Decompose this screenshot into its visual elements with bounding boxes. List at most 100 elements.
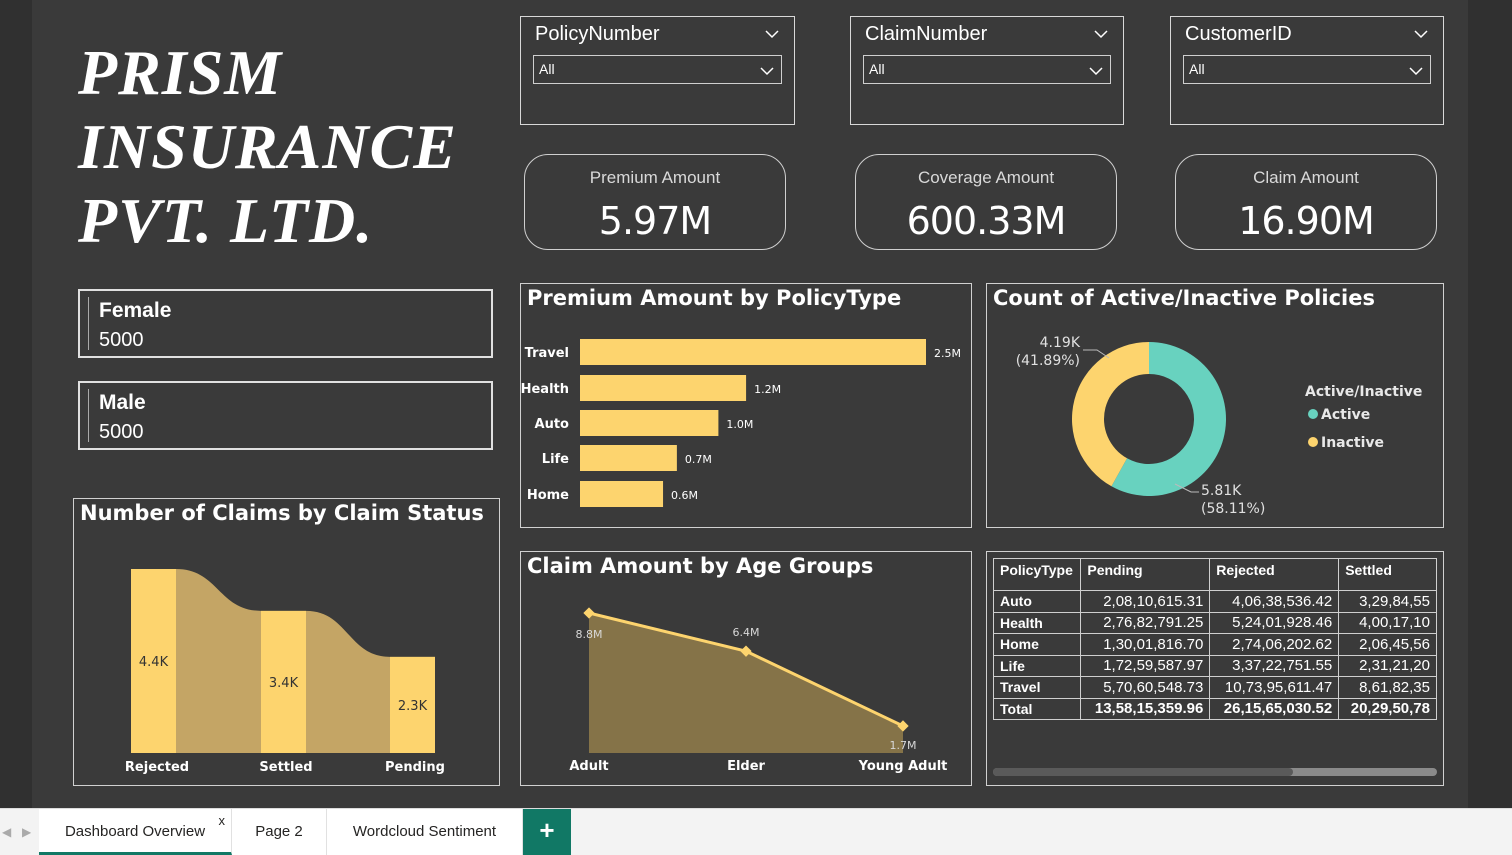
row-label: Travel bbox=[993, 676, 1082, 699]
slicer-value: All bbox=[1189, 61, 1205, 77]
table-cell: 2,74,06,202.62 bbox=[1209, 633, 1340, 656]
kpi-premium-amount: Premium Amount 5.97M bbox=[524, 154, 786, 250]
ribbon-band bbox=[176, 569, 261, 753]
horizontal-scrollbar[interactable] bbox=[993, 768, 1437, 776]
kpi-coverage-amount: Coverage Amount 600.33M bbox=[855, 154, 1117, 250]
table-cell: 5,70,60,548.73 bbox=[1080, 676, 1211, 699]
category-label: Young Adult bbox=[858, 759, 948, 774]
active-inactive-donut-chart[interactable]: 5.81K (58.11%) 4.19K (41.89%) Active/Inactiv… bbox=[986, 283, 1444, 528]
table-row: Home 1,30,01,816.70 2,74,06,202.62 2,06,… bbox=[993, 633, 1437, 656]
canvas-edge-right bbox=[1468, 0, 1512, 808]
slicer-dropdown[interactable]: All bbox=[863, 55, 1111, 84]
chevron-down-icon[interactable] bbox=[764, 26, 780, 42]
data-label: 1.0M bbox=[726, 418, 753, 431]
card-divider bbox=[88, 297, 89, 350]
data-label: 4.19K bbox=[1040, 335, 1081, 351]
donut-chart-svg: 5.81K (58.11%) 4.19K (41.89%) Active/Inactiv… bbox=[1016, 335, 1423, 517]
ribbon-band bbox=[306, 610, 390, 753]
legend-label: Active bbox=[1321, 407, 1370, 423]
table-cell: 2,06,45,56 bbox=[1338, 633, 1437, 656]
column-header[interactable]: Settled bbox=[1338, 558, 1437, 591]
table-row: Life 1,72,59,587.97 3,37,22,751.55 2,31,… bbox=[993, 654, 1437, 677]
table-row: Travel 5,70,60,548.73 10,73,95,611.47 8,… bbox=[993, 676, 1437, 699]
row-label: Home bbox=[993, 633, 1082, 656]
card-value: 5000 bbox=[99, 421, 144, 443]
column-header[interactable]: Rejected bbox=[1209, 558, 1340, 591]
legend-title: Active/Inactive bbox=[1305, 384, 1422, 400]
data-label: (58.11%) bbox=[1201, 501, 1265, 517]
chevron-down-icon[interactable] bbox=[1413, 26, 1429, 42]
chevron-down-icon bbox=[1089, 67, 1103, 76]
bar bbox=[580, 339, 926, 365]
table-cell: 2,08,10,615.31 bbox=[1080, 590, 1211, 613]
bar bbox=[580, 481, 664, 507]
category-label: Life bbox=[542, 452, 569, 467]
kpi-label: Premium Amount bbox=[589, 168, 721, 187]
row-label: Auto bbox=[993, 590, 1082, 613]
scrollbar-thumb[interactable] bbox=[993, 768, 1293, 776]
card-label: Female bbox=[99, 299, 172, 322]
data-label: 6.4M bbox=[733, 626, 760, 639]
chart-title: Number of Claims by Claim Status bbox=[80, 501, 484, 525]
premium-by-policytype-chart[interactable]: Travel 2.5M Health 1.2M Auto 1.0M Life 0.7M Home… bbox=[520, 283, 972, 528]
category-label: Adult bbox=[569, 759, 608, 774]
add-page-button[interactable]: + bbox=[523, 809, 571, 855]
table-cell: 2,31,21,20 bbox=[1338, 654, 1437, 677]
data-label: 4.4K bbox=[139, 655, 169, 670]
matrix-viewport[interactable]: PolicyType Pending Rejected Settled Auto… bbox=[993, 558, 1437, 720]
title-line: PRISM bbox=[78, 37, 283, 108]
tab-wordcloud-sentiment[interactable]: Wordcloud Sentiment bbox=[327, 809, 523, 855]
category-label: Rejected bbox=[125, 760, 189, 775]
chart-title: Claim Amount by Age Groups bbox=[527, 554, 874, 578]
tab-dashboard-overview[interactable]: Dashboard Overview x bbox=[39, 809, 232, 855]
report-canvas: PRISM INSURANCE PVT. LTD. PolicyNumber A… bbox=[0, 0, 1512, 808]
tab-page-2[interactable]: Page 2 bbox=[232, 809, 327, 855]
row-label: Life bbox=[993, 654, 1082, 677]
area-chart-svg: 8.8M Adult 6.4M Elder 1.7M Young Adult bbox=[569, 607, 948, 774]
kpi-value: 600.33M bbox=[906, 199, 1067, 243]
kpi-value: 16.90M bbox=[1238, 199, 1375, 243]
bar bbox=[580, 445, 677, 471]
table-cell: 5,24,01,928.46 bbox=[1209, 611, 1340, 634]
category-label: Settled bbox=[259, 760, 312, 775]
legend-marker bbox=[1308, 409, 1318, 419]
title-line: INSURANCE bbox=[78, 111, 457, 182]
slicer-dropdown[interactable]: All bbox=[1183, 55, 1431, 84]
tab-label: Wordcloud Sentiment bbox=[352, 823, 497, 840]
table-cell: 10,73,95,611.47 bbox=[1209, 676, 1340, 699]
claims-matrix[interactable]: PolicyType Pending Rejected Settled Auto… bbox=[986, 551, 1444, 786]
claim-by-age-chart[interactable]: 8.8M Adult 6.4M Elder 1.7M Young Adult Claim … bbox=[520, 551, 972, 786]
slicer-dropdown[interactable]: All bbox=[533, 55, 782, 84]
bar-chart-svg: Travel 2.5M Health 1.2M Auto 1.0M Life 0.7M Home… bbox=[521, 339, 961, 507]
tab-label: Page 2 bbox=[255, 823, 303, 840]
legend-marker bbox=[1308, 437, 1318, 447]
table-cell: 8,61,82,35 bbox=[1338, 676, 1437, 699]
chevron-down-icon[interactable] bbox=[1093, 26, 1109, 42]
category-label: Home bbox=[527, 488, 569, 503]
claims-by-status-chart[interactable]: 4.4K Rejected 3.4K Settled 2.3K Pending Numbe… bbox=[73, 498, 500, 786]
slicer-claimnumber[interactable]: ClaimNumber All bbox=[850, 16, 1124, 125]
table-cell: 3,29,84,55 bbox=[1338, 590, 1437, 613]
row-label: Health bbox=[993, 611, 1082, 634]
chart-title: Count of Active/Inactive Policies bbox=[993, 286, 1375, 310]
data-label: 3.4K bbox=[269, 676, 299, 691]
chevron-left-icon[interactable]: ◀ bbox=[2, 825, 11, 839]
category-label: Elder bbox=[727, 759, 765, 774]
canvas-edge-left bbox=[0, 0, 32, 808]
tab-label: Dashboard Overview bbox=[64, 823, 206, 840]
data-label: 1.2M bbox=[754, 383, 781, 396]
legend-label: Inactive bbox=[1321, 435, 1384, 451]
category-label: Auto bbox=[535, 417, 570, 432]
kpi-claim-amount: Claim Amount 16.90M bbox=[1175, 154, 1437, 250]
slicer-customerid[interactable]: CustomerID All bbox=[1170, 16, 1444, 125]
close-icon[interactable]: x bbox=[219, 813, 226, 828]
matrix-header-row: PolicyType Pending Rejected Settled bbox=[993, 558, 1437, 591]
data-label: 0.6M bbox=[671, 489, 698, 502]
bar bbox=[580, 410, 719, 436]
slicer-policynumber[interactable]: PolicyNumber All bbox=[520, 16, 795, 125]
company-title: PRISM INSURANCE PVT. LTD. bbox=[78, 36, 498, 258]
chevron-right-icon[interactable]: ▶ bbox=[22, 825, 31, 839]
column-header[interactable]: Pending bbox=[1080, 558, 1211, 591]
column-header[interactable]: PolicyType bbox=[993, 558, 1082, 591]
data-label: 0.7M bbox=[685, 453, 712, 466]
